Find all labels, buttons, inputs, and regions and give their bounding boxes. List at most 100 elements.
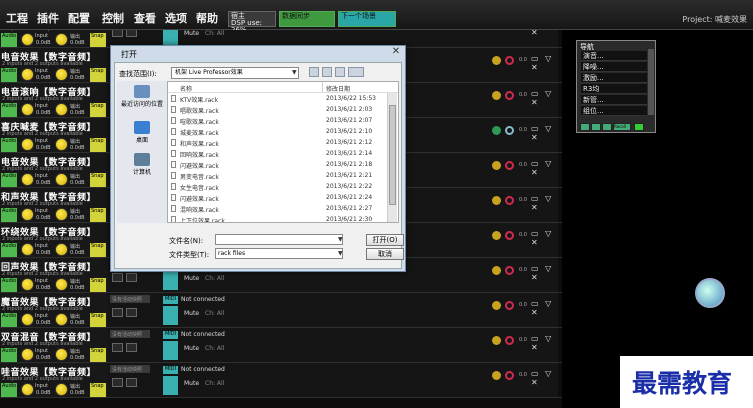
rack-row[interactable]: 哇音效果【数字音频】 2 inputs and 2 outputs availa… [0,363,562,398]
input-knob-icon[interactable] [21,208,34,221]
power-toggle-icon[interactable] [505,161,514,170]
look-in-select[interactable]: 机架 Live Professor效果 [171,67,299,79]
snap-button[interactable]: Snap [90,138,106,152]
midi-channel[interactable]: Ch: All [205,345,224,352]
file-row[interactable]: 女生电音.rack 2013/6/21 2:22 [168,182,388,192]
power-toggle-icon[interactable] [505,301,514,310]
place-recent[interactable]: 最近访问的位置 [117,99,167,108]
chevron-down-icon[interactable]: ▼ [338,236,343,243]
nav-item[interactable]: 降噪... [581,62,647,72]
power-toggle-icon[interactable] [505,56,514,65]
input-knob-icon[interactable] [21,68,34,81]
snap-button[interactable]: Snap [90,68,106,82]
close-icon[interactable]: ✕ [387,46,405,58]
file-row[interactable]: 闪避效果.rack 2013/6/21 2:24 [168,193,388,203]
snap-button[interactable]: Snap [90,278,106,292]
file-name[interactable]: KTV效果.rack [180,95,218,104]
bypass-icon[interactable] [492,266,501,275]
desktop-icon[interactable] [134,121,150,134]
menu-view[interactable]: 查看 [134,10,156,26]
open-button[interactable]: 打开(O) [366,234,404,246]
row-window-controls[interactable]: ▭ ▽ ✕ [531,369,562,387]
mute-button[interactable]: Mute [184,310,199,317]
refresh-icon[interactable] [126,343,137,352]
input-knob-icon[interactable] [21,313,34,326]
nav-item[interactable]: 新管... [581,95,647,105]
power-icon[interactable] [112,30,123,37]
menu-options[interactable]: 选项 [165,10,187,26]
snap-button[interactable]: Snap [90,243,106,257]
file-row[interactable]: 混响效果.rack 2013/6/21 2:27 [168,204,388,214]
menu-help[interactable]: 帮助 [196,10,218,26]
power-toggle-icon[interactable] [505,231,514,240]
file-name[interactable]: 闪避效果.rack [180,194,219,203]
output-knob-icon[interactable] [55,208,68,221]
snap-button[interactable]: Snap [90,348,106,362]
vertical-scrollbar[interactable] [387,93,397,222]
up-folder-icon[interactable] [322,67,332,77]
row-window-controls[interactable]: ▭ ▽ ✕ [531,334,562,352]
recent-places-icon[interactable] [134,85,150,98]
menu-config[interactable]: 配置 [68,10,90,26]
row-window-controls[interactable]: ▭ ▽ ✕ [531,264,562,282]
bypass-icon[interactable] [492,126,501,135]
input-knob-icon[interactable] [21,383,34,396]
mute-button[interactable]: Mute [184,275,199,282]
menu-project[interactable]: 工程 [6,10,28,26]
row-window-controls[interactable]: ▭ ▽ ✕ [531,124,562,142]
file-name[interactable]: 城麦效果.rack [180,128,219,137]
refresh-icon[interactable] [126,308,137,317]
midi-channel[interactable]: Ch: All [205,275,224,282]
output-knob-icon[interactable] [55,103,68,116]
refresh-icon[interactable] [126,30,137,37]
nav-item[interactable]: 组位... [581,106,647,116]
file-row[interactable]: 喧歌效果.rack 2013/6/21 2:07 [168,116,388,126]
file-row[interactable]: 男变电音.rack 2013/6/21 2:21 [168,171,388,181]
output-knob-icon[interactable] [55,348,68,361]
file-name[interactable]: 上下位效果.rack [180,216,225,222]
nav-tool-button[interactable] [634,123,644,131]
power-icon[interactable] [112,273,123,282]
bypass-icon[interactable] [492,336,501,345]
bypass-icon[interactable] [492,91,501,100]
file-name[interactable]: 唱歌效果.rack [180,106,219,115]
nav-item[interactable]: 演音... [581,51,647,61]
input-knob-icon[interactable] [21,138,34,151]
snap-button[interactable]: Snap [90,33,106,47]
power-toggle-icon[interactable] [505,91,514,100]
row-window-controls[interactable]: ▭ ▽ ✕ [531,194,562,212]
output-knob-icon[interactable] [55,138,68,151]
nav-scrollbar[interactable] [648,49,654,115]
row-window-controls[interactable]: ▭ ▽ ✕ [531,89,562,107]
midi-channel[interactable]: Ch: All [205,380,224,387]
output-knob-icon[interactable] [55,68,68,81]
output-knob-icon[interactable] [55,383,68,396]
power-toggle-icon[interactable] [505,196,514,205]
back-icon[interactable] [309,67,319,77]
next-scene-box[interactable]: 下一个场景 [338,11,396,27]
file-name[interactable]: 回响效果.rack [180,150,219,159]
bypass-icon[interactable] [492,56,501,65]
power-toggle-icon[interactable] [505,336,514,345]
file-name[interactable]: 喧歌效果.rack [180,117,219,126]
nav-tool-button[interactable] [602,123,612,131]
bypass-icon[interactable] [492,301,501,310]
row-window-controls[interactable]: ▭ ▽ ✕ [531,159,562,177]
new-folder-icon[interactable] [335,67,345,77]
view-menu-icon[interactable] [348,67,364,77]
refresh-icon[interactable] [126,273,137,282]
recall-button[interactable]: Recall [613,123,631,131]
file-name[interactable]: 男变电音.rack [180,172,219,181]
input-knob-icon[interactable] [21,243,34,256]
row-window-controls[interactable]: ▭ ▽ ✕ [531,299,562,317]
scroll-thumb[interactable] [389,105,396,205]
menu-control[interactable]: 控制 [102,10,124,26]
bypass-icon[interactable] [492,196,501,205]
chevron-down-icon[interactable]: ▼ [338,250,343,257]
power-icon[interactable] [112,308,123,317]
nav-tool-button[interactable] [591,123,601,131]
row-window-controls[interactable]: ▭ ▽ ✕ [531,54,562,72]
snap-button[interactable]: Snap [90,103,106,117]
power-icon[interactable] [112,343,123,352]
menu-plugins[interactable]: 插件 [37,10,59,26]
